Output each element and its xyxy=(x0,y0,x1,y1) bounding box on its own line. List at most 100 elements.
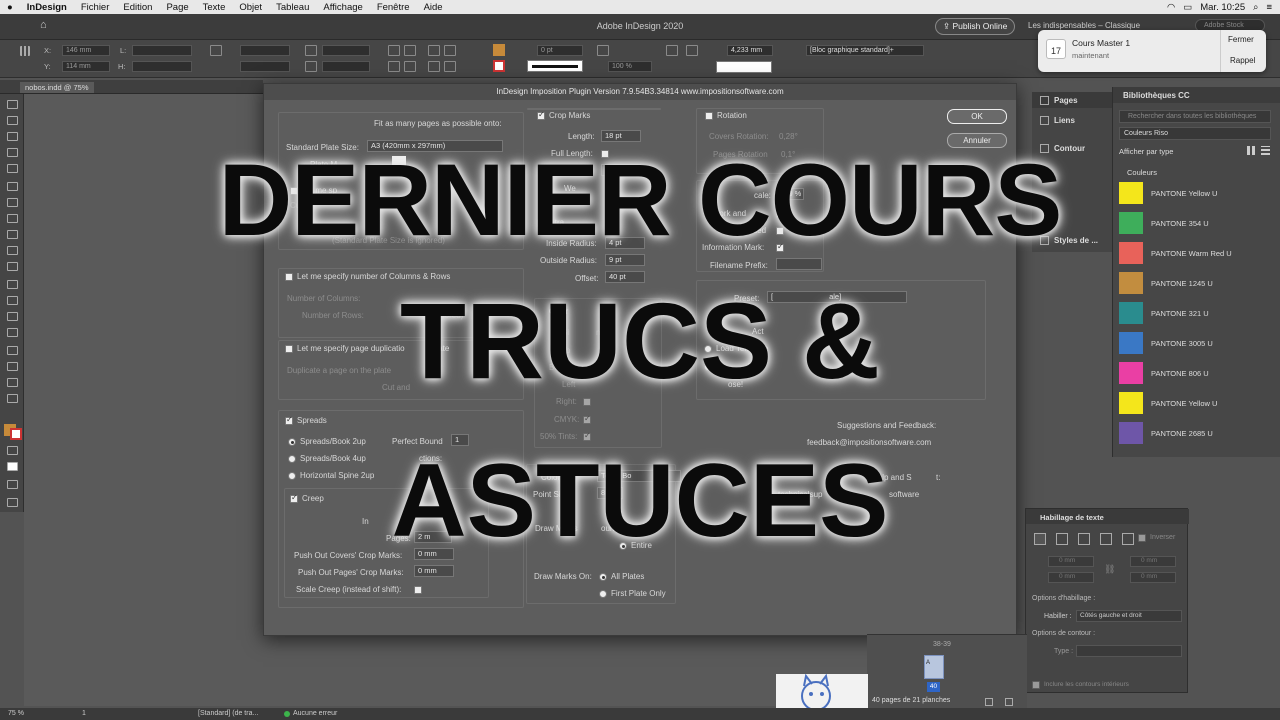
include-inside-edges-checkbox[interactable] xyxy=(1032,681,1040,689)
scale-creep-checkbox[interactable] xyxy=(414,586,422,594)
rotate-cw-icon[interactable] xyxy=(388,45,400,56)
rectangle-tool-icon[interactable] xyxy=(7,262,18,271)
swatch-chip[interactable] xyxy=(1119,422,1143,444)
top-offset-field[interactable]: 0 mm xyxy=(1048,556,1094,567)
first-plate-radio[interactable] xyxy=(599,590,607,598)
document-tab-bar: nobos.indd @ 75% xyxy=(0,80,263,94)
list-icon[interactable]: ≡ xyxy=(1266,2,1272,13)
filename-prefix-label: Filename Prefix: xyxy=(710,261,768,270)
apple-icon[interactable]: ● xyxy=(0,2,20,13)
menu-fichier[interactable]: Fichier xyxy=(74,2,117,13)
new-page-icon[interactable] xyxy=(985,698,993,706)
zoom-level[interactable]: 75 % xyxy=(8,710,24,717)
all-plates-radio[interactable] xyxy=(599,573,607,581)
left-offset-field[interactable]: 0 mm xyxy=(1130,556,1176,567)
menu-edition[interactable]: Edition xyxy=(116,2,159,13)
length-field[interactable]: 18 pt xyxy=(601,130,641,142)
cmyk-checkbox[interactable] xyxy=(583,414,591,424)
wifi-icon[interactable]: ◠ xyxy=(1167,2,1175,13)
publish-online-button[interactable]: ⇪ Publish Online xyxy=(935,18,1016,35)
y-field[interactable]: 114 mm xyxy=(62,61,110,72)
pages-panel-label[interactable]: Pages xyxy=(1054,96,1078,105)
length-label: Length: xyxy=(568,132,595,141)
rotate-field[interactable] xyxy=(322,45,370,56)
fit-content-icon[interactable] xyxy=(666,45,678,56)
bottom-offset-field[interactable]: 0 mm xyxy=(1048,572,1094,583)
menu-aide[interactable]: Aide xyxy=(417,2,450,13)
search-icon[interactable]: ⌕ xyxy=(1253,2,1258,13)
rotate-icon[interactable] xyxy=(305,45,317,56)
tints-checkbox[interactable] xyxy=(583,431,591,441)
contour-type-select[interactable] xyxy=(1076,645,1182,657)
library-select[interactable]: Couleurs Riso xyxy=(1119,127,1271,140)
menubar-clock[interactable]: Mar. 10:25 xyxy=(1200,2,1245,13)
close-notification-button[interactable]: Fermer xyxy=(1228,35,1254,44)
preflight-errors[interactable]: Aucune erreur xyxy=(293,710,337,717)
prev-object-icon[interactable] xyxy=(444,45,456,56)
stroke-swatch[interactable] xyxy=(493,60,505,72)
rotate-ccw-icon[interactable] xyxy=(404,45,416,56)
document-tab[interactable]: nobos.indd @ 75% xyxy=(20,82,94,93)
crop-marks-checkbox[interactable] xyxy=(537,110,545,120)
menu-objet[interactable]: Objet xyxy=(232,2,269,13)
snooze-button[interactable]: Rappel xyxy=(1230,56,1255,65)
select-container-icon[interactable] xyxy=(428,45,440,56)
fill-swatch[interactable] xyxy=(493,44,505,56)
corner-size-field[interactable]: 4,233 mm xyxy=(727,45,773,56)
stroke-type-select[interactable] xyxy=(527,60,583,72)
spreads-checkbox[interactable] xyxy=(285,415,293,425)
battery-icon[interactable]: ▭ xyxy=(1183,2,1192,13)
right-offset-field[interactable]: 0 mm xyxy=(1130,572,1176,583)
stroke-color-icon[interactable] xyxy=(10,428,22,440)
push-pages-field[interactable]: 0 mm xyxy=(414,565,454,577)
flip-v-icon[interactable] xyxy=(404,61,416,72)
contour-options-label: Options de contour : xyxy=(1032,630,1096,637)
calendar-date: 17 xyxy=(1050,46,1061,56)
direct-selection-tool-icon[interactable] xyxy=(7,116,18,125)
flip-h-icon[interactable] xyxy=(388,61,400,72)
fit-frame-icon[interactable] xyxy=(686,45,698,56)
scale-x-field[interactable] xyxy=(240,45,290,56)
menu-app[interactable]: InDesign xyxy=(20,2,74,13)
menu-tableau[interactable]: Tableau xyxy=(269,2,316,13)
draw-marks-on-label: Draw Marks On: xyxy=(534,572,592,581)
shear-icon[interactable] xyxy=(305,61,317,72)
fx-icon[interactable] xyxy=(597,45,609,56)
page-tool-icon[interactable] xyxy=(7,132,18,141)
shear-field[interactable] xyxy=(322,61,370,72)
reference-point-icon[interactable] xyxy=(20,46,30,56)
scale-y-field[interactable] xyxy=(240,61,290,72)
spreads-book2-radio[interactable] xyxy=(288,438,296,446)
next-object-icon[interactable] xyxy=(444,61,456,72)
width-field[interactable] xyxy=(132,45,192,56)
filename-prefix-field[interactable] xyxy=(776,258,822,270)
notification[interactable]: 17 Cours Master 1 maintenant Fermer Rapp… xyxy=(1038,30,1266,72)
menu-page[interactable]: Page xyxy=(159,2,195,13)
link-offsets-icon[interactable]: ⛓ xyxy=(1104,564,1115,575)
selection-tool-icon[interactable] xyxy=(7,100,18,109)
menu-affichage[interactable]: Affichage xyxy=(316,2,369,13)
libraries-search-input[interactable]: Rechercher dans toutes les bibliothèques xyxy=(1119,110,1271,123)
menu-fenetre[interactable]: Fenêtre xyxy=(370,2,417,13)
wrap-to-select[interactable]: Côtés gauche et droit xyxy=(1076,610,1182,622)
workspace-switcher[interactable]: Les indispensables – Classique xyxy=(1028,21,1140,30)
columns-rows-checkbox[interactable] xyxy=(285,273,293,281)
ok-button[interactable]: OK xyxy=(947,109,1007,124)
preflight-profile[interactable]: [Standard] (de tra... xyxy=(198,710,258,717)
object-style-select[interactable]: [Bloc graphique standard]+ xyxy=(806,45,924,56)
page-thumbnail[interactable]: A xyxy=(924,655,944,679)
constrain-icon[interactable] xyxy=(210,45,222,56)
select-content-icon[interactable] xyxy=(428,61,440,72)
menu-texte[interactable]: Texte xyxy=(196,2,233,13)
stroke-weight-field[interactable]: 0 pt xyxy=(537,45,583,56)
delete-page-icon[interactable] xyxy=(1005,698,1013,706)
rotation-checkbox[interactable] xyxy=(705,112,713,120)
links-panel-label[interactable]: Liens xyxy=(1054,116,1075,125)
height-field[interactable] xyxy=(132,61,192,72)
page-field[interactable]: 1 xyxy=(82,710,86,717)
x-field[interactable]: 146 mm xyxy=(62,45,110,56)
opacity-field[interactable]: 100 % xyxy=(608,61,652,72)
corner-shape-select[interactable] xyxy=(716,61,772,73)
cmyk-label: CMYK: xyxy=(554,415,580,424)
dialog-title: InDesign Imposition Plugin Version 7.9.5… xyxy=(264,84,1016,100)
